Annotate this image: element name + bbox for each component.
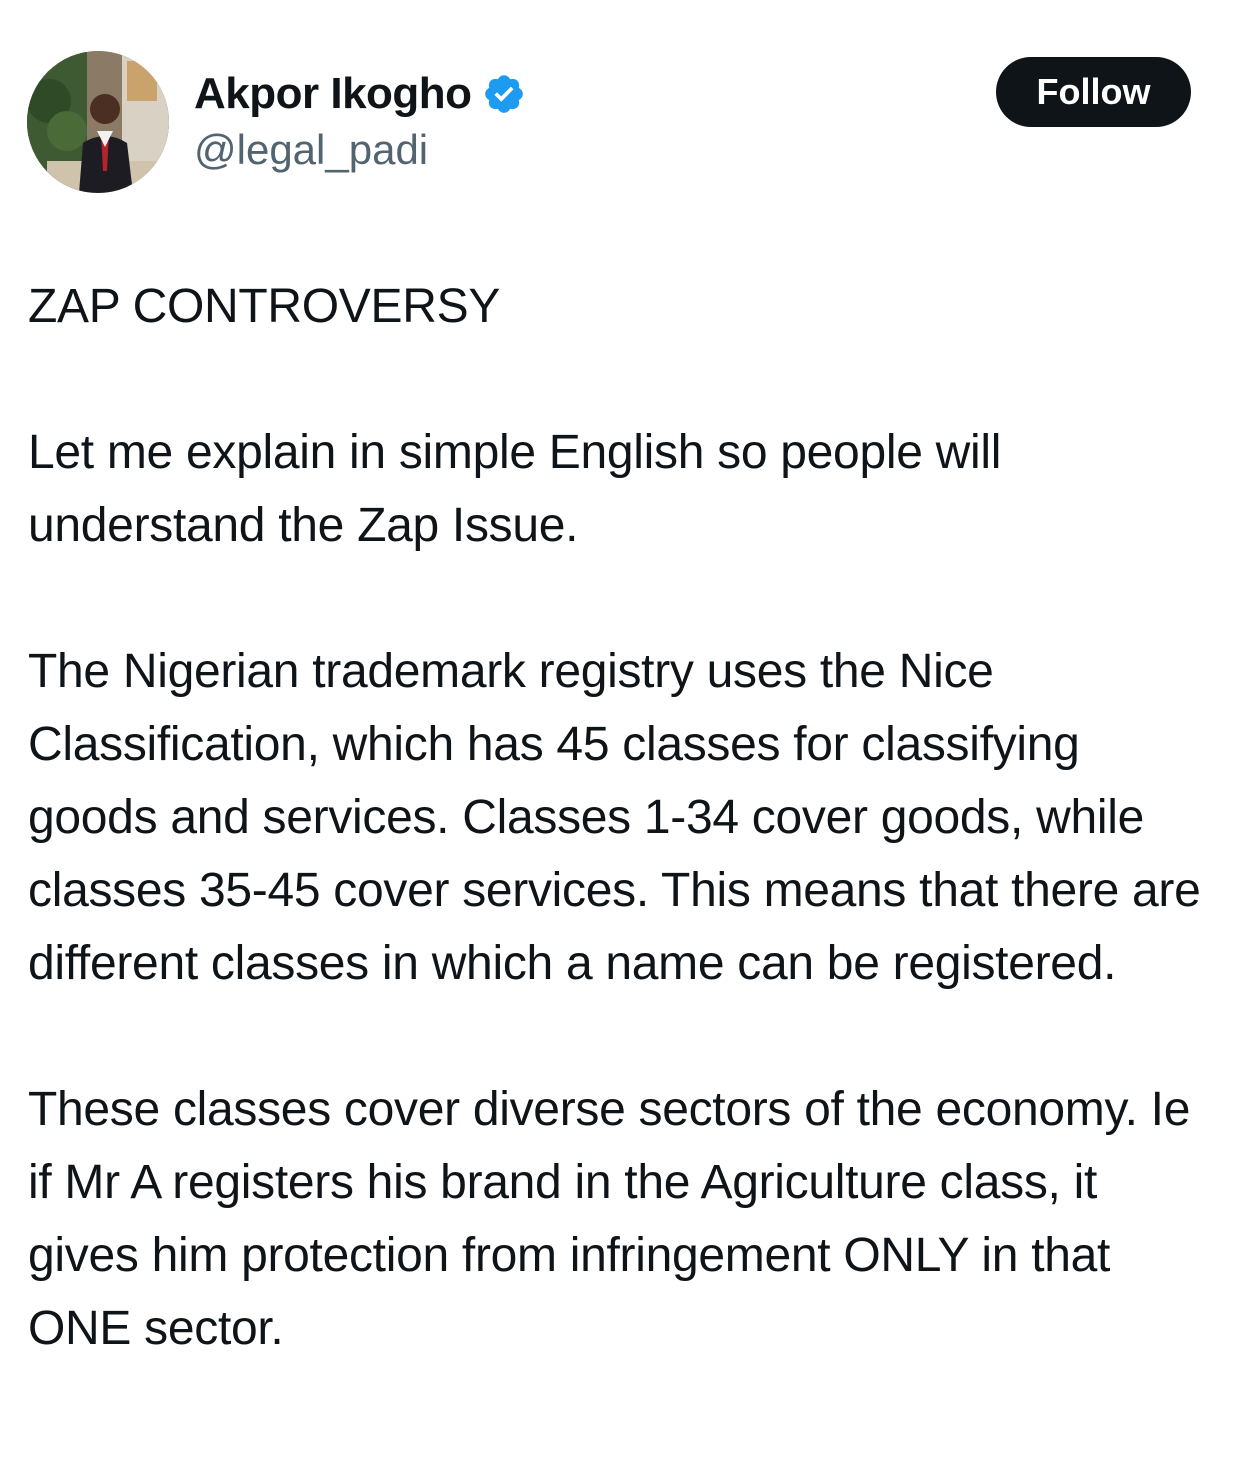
tweet-paragraph: These classes cover diverse sectors of t…: [28, 1083, 1191, 1355]
avatar-photo-icon: [27, 51, 169, 193]
tweet-title: ZAP CONTROVERSY: [28, 280, 501, 333]
tweet-header: Akpor Ikogho @legal_padi Follow: [0, 0, 1242, 230]
tweet-paragraph: The Nigerian trademark registry uses the…: [28, 645, 1201, 990]
author-avatar[interactable]: [27, 51, 169, 193]
follow-button[interactable]: Follow: [996, 57, 1191, 127]
author-display-name[interactable]: Akpor Ikogho: [194, 69, 472, 119]
author-handle[interactable]: @legal_padi: [194, 126, 428, 174]
verified-badge-icon: [482, 72, 526, 116]
author-name-row: Akpor Ikogho: [194, 66, 526, 122]
tweet-paragraph: Let me explain in simple English so peop…: [28, 426, 1002, 552]
tweet-text: ZAP CONTROVERSY Let me explain in simple…: [28, 270, 1218, 1365]
